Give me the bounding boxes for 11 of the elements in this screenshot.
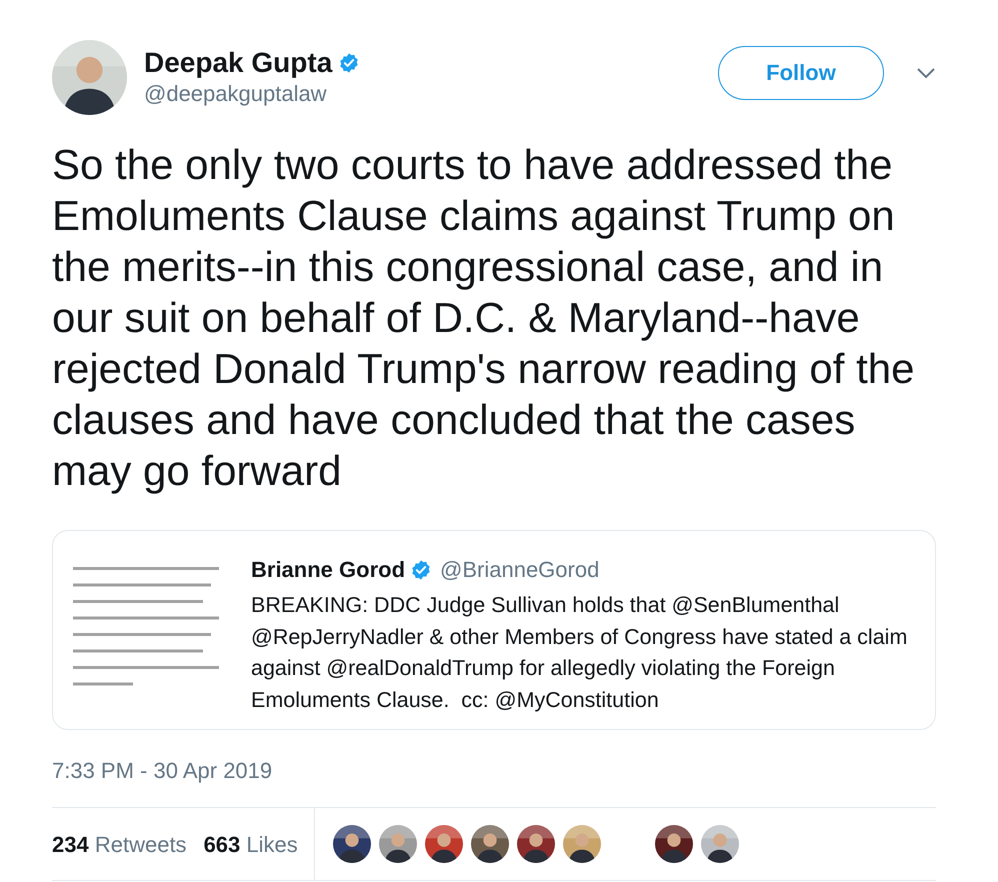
quoted-tweet-text: BREAKING: DDC Judge Sullivan holds that @SenBlumenthal @RepJerryNadler & other Members of Congress have stated a claim against @realDonaldTrump for allegedly violating the Foreign Emoluments Clause. cc: @MyConstitution [251,592,908,714]
quoted-author-name: Brianne Gorod [251,556,406,584]
author-handle[interactable]: @deepakguptalaw [144,78,360,108]
quoted-author-handle: @BrianneGorod [440,556,600,584]
stat-link[interactable]: 663 Likes [204,828,298,860]
tweet-text: So the only two courts to have addressed the Emoluments Clause claims against Trump on the merits--in this congressional case, and in our suit on behalf of D.C. & Maryland--have rejected Donald Trump's narrow reading of the clauses and have concluded that the cases may go forward [52,140,916,496]
quoted-tweet-card[interactable] [52,530,936,730]
stat-link[interactable]: 234 Retweets [52,828,187,860]
timestamp[interactable]: 7:33 PM - 30 Apr 2019 [52,754,936,787]
author-name[interactable]: Deepak Gupta [144,46,332,78]
caret-icon[interactable] [916,66,936,78]
